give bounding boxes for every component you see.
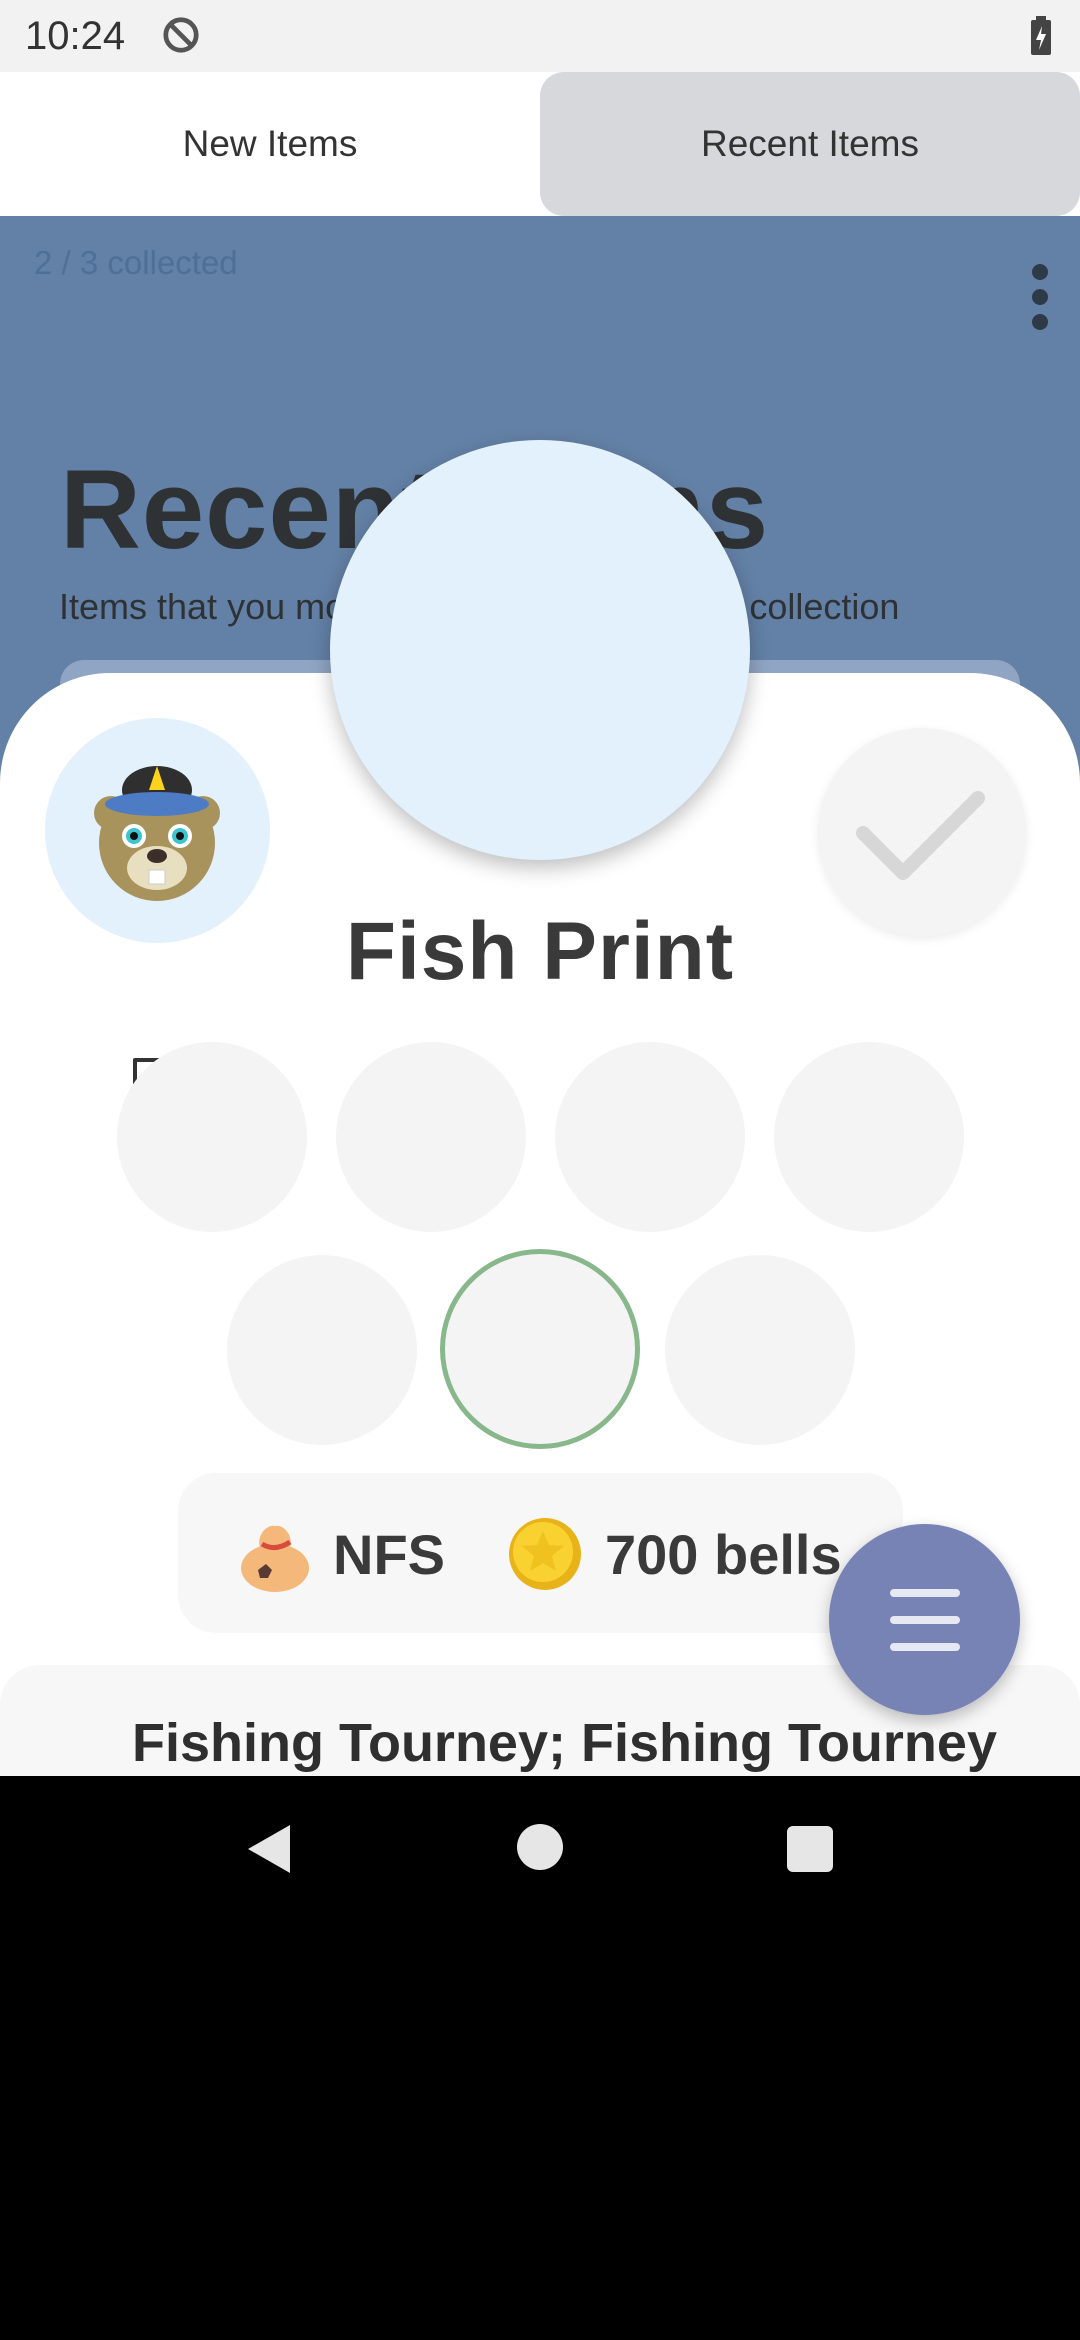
variant-option[interactable] — [336, 1042, 526, 1232]
notification-icon — [163, 17, 199, 53]
variant-option[interactable] — [774, 1042, 964, 1232]
collected-count: 2 / 3 collected — [34, 244, 238, 281]
status-bar: 10:24 — [0, 0, 1080, 72]
variant-option[interactable] — [227, 1255, 417, 1445]
battery-icon — [1031, 16, 1051, 55]
menu-icon — [890, 1643, 960, 1651]
back-icon[interactable] — [240, 1820, 298, 1878]
menu-icon — [890, 1616, 960, 1624]
availability-text: NFS — [333, 1523, 445, 1586]
source-text: Fishing Tourney; Fishing Tourney — [132, 1713, 997, 1773]
variant-option[interactable] — [555, 1042, 745, 1232]
variant-option-selected[interactable] — [440, 1249, 640, 1449]
tab-recent-items[interactable]: Recent Items — [540, 72, 1080, 216]
item-image-placeholder — [330, 440, 750, 860]
home-icon[interactable] — [517, 1824, 563, 1870]
menu-icon — [890, 1589, 960, 1597]
menu-fab-button[interactable] — [829, 1524, 1020, 1715]
status-time: 10:24 — [25, 14, 126, 58]
price-text: 700 bells — [605, 1523, 842, 1586]
tab-bar: New Items Recent Items — [0, 72, 1080, 216]
bell-coin-icon — [509, 1518, 581, 1590]
variant-option[interactable] — [665, 1255, 855, 1445]
more-options-icon[interactable] — [1020, 262, 1060, 332]
variant-option[interactable] — [117, 1042, 307, 1232]
tab-new-items[interactable]: New Items — [0, 72, 540, 216]
recent-apps-icon[interactable] — [787, 1826, 833, 1872]
item-title: Fish Print — [345, 906, 735, 997]
money-bag-icon — [241, 1525, 309, 1592]
